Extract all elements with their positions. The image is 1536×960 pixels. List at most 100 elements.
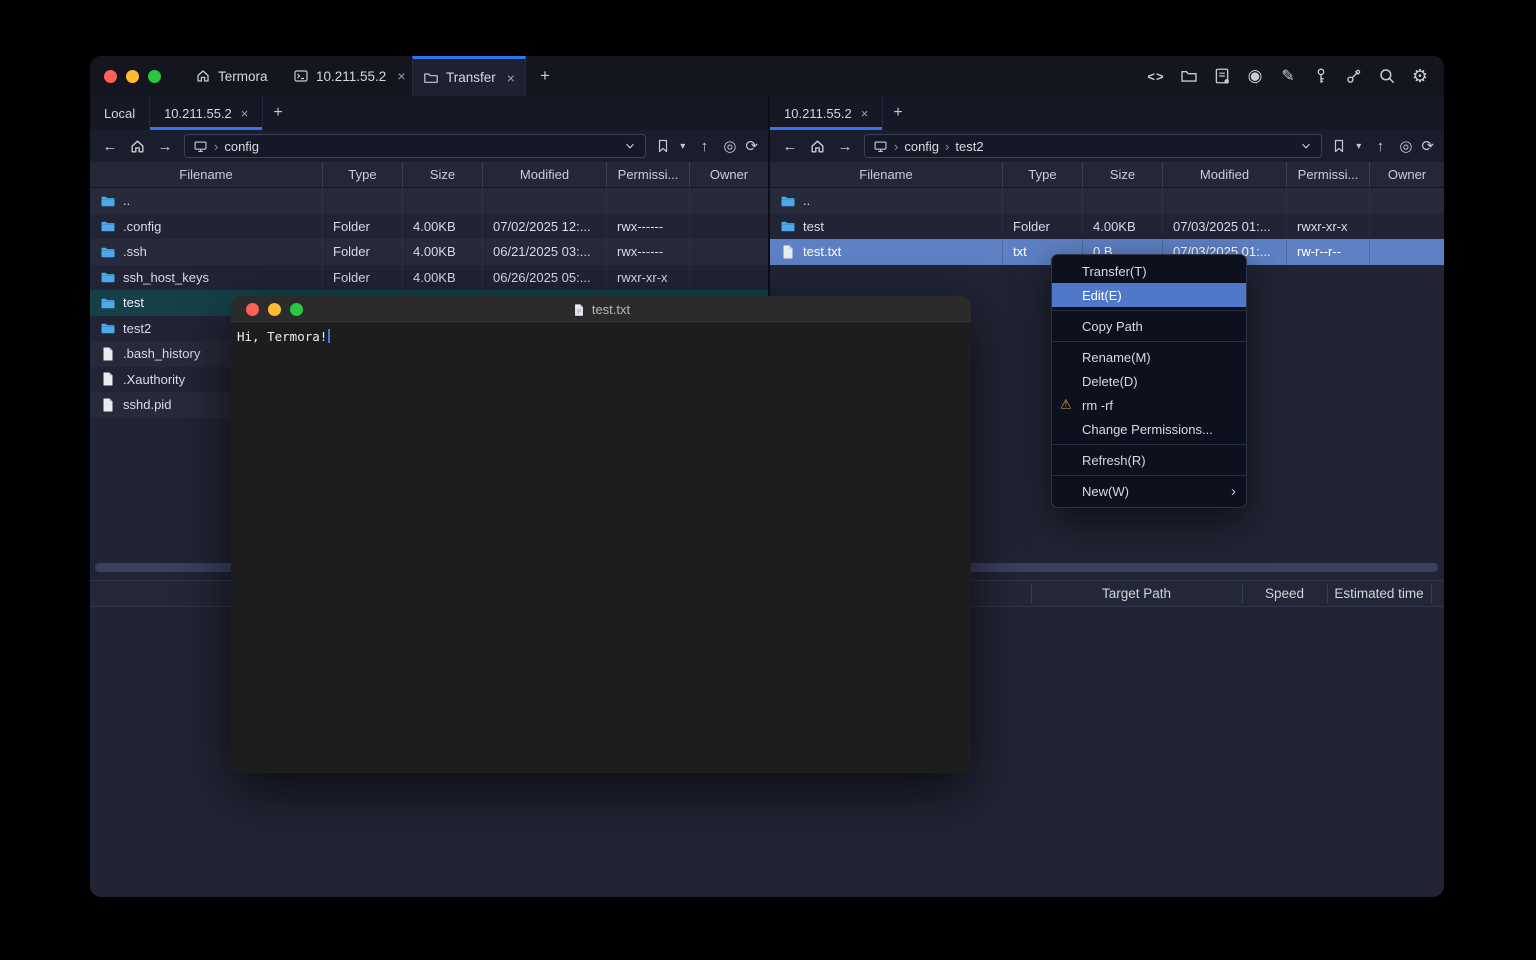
file-icon [100,346,116,362]
tab-termora-home[interactable]: Termora [185,56,278,96]
back-button[interactable]: ← [100,138,120,155]
column-header-size[interactable]: Size [402,162,482,187]
column-header-target-path[interactable]: Target Path [1031,581,1242,606]
home-icon [195,68,211,84]
search-button[interactable] [1377,66,1397,86]
transfer-button[interactable] [1179,66,1199,86]
table-row[interactable]: ssh_host_keys Folder4.00KB06/26/2025 05:… [90,265,768,291]
add-session-button[interactable]: + [883,96,912,130]
table-row[interactable]: .config Folder4.00KB07/02/2025 12:...rwx… [90,214,768,240]
column-header-filename[interactable]: Filename [90,162,322,187]
minimize-window-button[interactable] [126,70,139,83]
table-row[interactable]: .. [770,188,1444,214]
file-icon [780,244,796,260]
column-header-size[interactable]: Size [1082,162,1162,187]
column-header-type[interactable]: Type [1002,162,1082,187]
file-icon [100,397,116,413]
table-row[interactable]: .. [90,188,768,214]
new-tab-button[interactable]: + [530,56,560,96]
refresh-button[interactable]: ⟳ [745,137,758,155]
path-combobox[interactable]: › config › test2 [864,134,1322,158]
column-header-speed[interactable]: Speed [1242,581,1327,606]
home-button[interactable] [129,138,146,155]
keys-button[interactable] [1311,66,1331,86]
close-window-button[interactable] [104,70,117,83]
menu-separator [1052,341,1246,342]
close-tab-icon[interactable]: × [507,70,515,86]
path-segment: config [904,139,939,154]
close-window-button[interactable] [246,303,259,316]
minimize-window-button[interactable] [268,303,281,316]
right-panel-toolbar: ← → › config › test2 ▾ ↑ ◎ ⟳ [770,130,1444,162]
subtab-remote-session[interactable]: 10.211.55.2 × [150,96,263,130]
zoom-window-button[interactable] [148,70,161,83]
terminal-icon [293,68,309,84]
log-button[interactable] [1212,66,1232,86]
column-header-filename[interactable]: Filename [770,162,1002,187]
close-tab-icon[interactable]: × [241,106,249,121]
edit-button[interactable]: ✎ [1278,66,1298,86]
editor-title: test.txt [592,302,630,317]
macro-button[interactable]: <> [1146,66,1166,86]
add-session-button[interactable]: + [263,96,292,130]
tab-transfer[interactable]: Transfer × [412,56,526,96]
right-table-header: Filename Type Size Modified Permissi... … [770,162,1444,188]
folder-icon [100,295,116,311]
chevron-down-icon[interactable] [1299,139,1313,153]
settings-button[interactable]: ⚙ [1410,66,1430,86]
menu-item-change-permissions[interactable]: Change Permissions... [1052,417,1246,441]
subtab-remote-session[interactable]: 10.211.55.2 × [770,96,883,130]
record-button[interactable]: ◉ [1245,66,1265,86]
column-header-owner[interactable]: Owner [1369,162,1444,187]
column-header-type[interactable]: Type [322,162,402,187]
parent-directory-button[interactable]: ↑ [1370,138,1390,155]
menu-separator [1052,475,1246,476]
search-icon [1378,67,1396,85]
table-row[interactable]: test Folder4.00KB07/03/2025 01:...rwxr-x… [770,214,1444,240]
close-tab-icon[interactable]: × [861,106,869,121]
column-header-modified[interactable]: Modified [1162,162,1286,187]
zoom-window-button[interactable] [290,303,303,316]
column-header-owner[interactable]: Owner [689,162,768,187]
column-header-modified[interactable]: Modified [482,162,606,187]
folder-icon [100,244,116,260]
bookmark-button[interactable] [1331,138,1347,154]
home-button[interactable] [809,138,826,155]
menu-item-rename[interactable]: Rename(M) [1052,345,1246,369]
close-tab-icon[interactable]: × [397,68,405,84]
column-header-permissions[interactable]: Permissi... [606,162,689,187]
keychain-button[interactable] [1344,66,1364,86]
path-segment: test2 [955,139,983,154]
parent-directory-button[interactable]: ↑ [694,138,714,155]
menu-item-copy-path[interactable]: Copy Path [1052,314,1246,338]
path-combobox[interactable]: › config [184,134,646,158]
column-header-permissions[interactable]: Permissi... [1286,162,1369,187]
table-row[interactable]: .ssh Folder4.00KB06/21/2025 03:...rwx---… [90,239,768,265]
menu-item-delete[interactable]: Delete(D) [1052,369,1246,393]
bookmark-caret-icon[interactable]: ▾ [1356,141,1361,152]
column-header-estimated-time[interactable]: Estimated time [1327,581,1431,606]
editor-content[interactable]: Hi, Termora! [231,323,971,773]
pencil-icon: ✎ [1281,66,1294,86]
subtab-local[interactable]: Local [90,96,150,130]
folder-icon [780,218,796,234]
hidden-files-toggle[interactable]: ◎ [723,137,736,155]
tab-label: 10.211.55.2 [316,69,386,84]
document-icon [572,303,586,317]
computer-icon [873,139,888,154]
menu-item-new[interactable]: New(W) › [1052,479,1246,503]
chevron-down-icon[interactable] [623,139,637,153]
menu-item-rm-rf[interactable]: ⚠ rm -rf [1052,393,1246,417]
menu-item-edit[interactable]: Edit(E) [1052,283,1246,307]
bookmark-button[interactable] [655,138,671,154]
menu-item-transfer[interactable]: Transfer(T) [1052,259,1246,283]
forward-button[interactable]: → [155,138,175,155]
hidden-files-toggle[interactable]: ◎ [1399,137,1412,155]
bookmark-caret-icon[interactable]: ▾ [680,141,685,152]
forward-button[interactable]: → [835,138,855,155]
refresh-button[interactable]: ⟳ [1421,137,1434,155]
tab-ssh-session[interactable]: 10.211.55.2 × [283,56,416,96]
back-button[interactable]: ← [780,138,800,155]
editor-text: Hi, Termora! [237,329,327,344]
menu-item-refresh[interactable]: Refresh(R) [1052,448,1246,472]
